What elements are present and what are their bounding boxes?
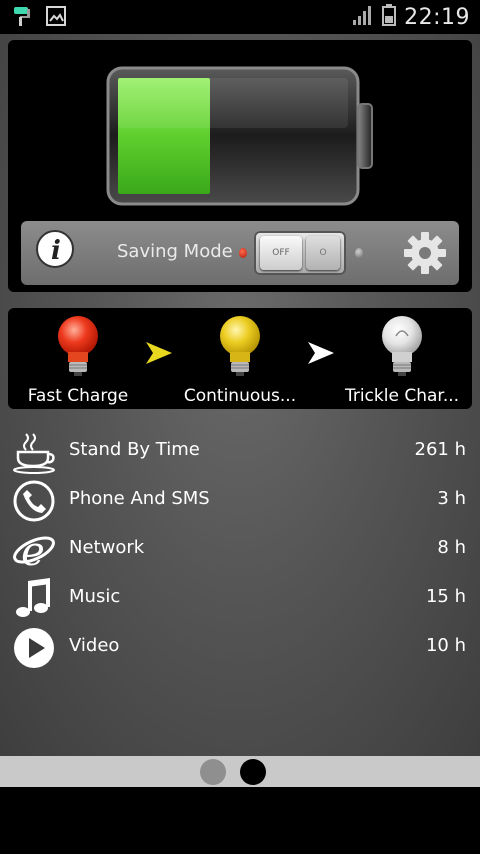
battery-gauge <box>106 66 376 206</box>
bottom-bar <box>0 787 480 854</box>
row-label: Phone And SMS <box>69 488 210 509</box>
off-indicator-led <box>239 248 247 258</box>
yellow-bulb-icon <box>220 316 260 376</box>
page-dot-1[interactable] <box>200 759 226 785</box>
main-content: i Saving Mode OFF O Fast Charge Continuo… <box>0 34 480 756</box>
toggle-off-knob: OFF <box>260 236 302 270</box>
settings-button[interactable] <box>403 231 447 275</box>
info-icon: i <box>36 230 74 268</box>
row-label: Video <box>69 635 120 656</box>
list-item-music[interactable]: Music 15 h <box>0 577 480 623</box>
stage-label: Fast Charge <box>27 386 129 406</box>
white-bulb-icon <box>382 316 422 376</box>
row-label: Music <box>69 586 121 607</box>
stage-label: Trickle Char... <box>344 386 460 406</box>
row-label: Network <box>69 537 145 558</box>
gear-icon <box>404 232 446 274</box>
list-item-video[interactable]: Video 10 h <box>0 626 480 672</box>
row-value: 8 h <box>437 537 466 558</box>
svg-text:i: i <box>51 236 61 266</box>
charge-stages-panel: Fast Charge Continuous... Trickle Char..… <box>8 308 472 409</box>
clock: 22:19 <box>404 4 470 30</box>
row-value: 3 h <box>437 488 466 509</box>
status-bar: 22:19 <box>0 0 480 34</box>
saving-mode-label: Saving Mode <box>117 241 233 262</box>
phone-icon <box>13 480 55 522</box>
svg-text:e: e <box>21 529 45 572</box>
browser-e-icon: e <box>13 529 55 572</box>
battery-icon <box>382 4 397 30</box>
stage-fast-charge: Fast Charge <box>8 314 148 406</box>
music-note-icon <box>16 578 50 617</box>
image-icon <box>46 6 66 30</box>
battery-panel: i Saving Mode OFF O <box>8 40 472 292</box>
stage-trickle: Trickle Char... <box>332 314 472 406</box>
red-bulb-icon <box>58 316 98 376</box>
info-button[interactable]: i <box>35 229 75 269</box>
row-value: 15 h <box>425 586 466 607</box>
stage-continuous: Continuous... <box>170 314 310 406</box>
row-label: Stand By Time <box>69 439 200 460</box>
on-indicator-led <box>355 248 363 258</box>
toggle-on-side: O <box>306 236 340 270</box>
saving-mode-bar: i Saving Mode OFF O <box>21 221 459 285</box>
page-dot-2-active[interactable] <box>240 759 266 785</box>
page-indicator <box>0 756 480 787</box>
coffee-cup-icon <box>13 433 55 474</box>
row-value: 261 h <box>414 439 467 460</box>
saving-mode-toggle[interactable]: OFF O <box>254 231 346 275</box>
play-icon <box>14 628 54 668</box>
row-value: 10 h <box>425 635 466 656</box>
list-item-network[interactable]: e Network 8 h <box>0 528 480 574</box>
list-item-phone-sms[interactable]: Phone And SMS 3 h <box>0 479 480 525</box>
paint-roller-icon <box>12 5 32 31</box>
list-item-standby[interactable]: Stand By Time 261 h <box>0 430 480 476</box>
signal-icon <box>352 4 374 30</box>
stage-label: Continuous... <box>183 386 297 406</box>
